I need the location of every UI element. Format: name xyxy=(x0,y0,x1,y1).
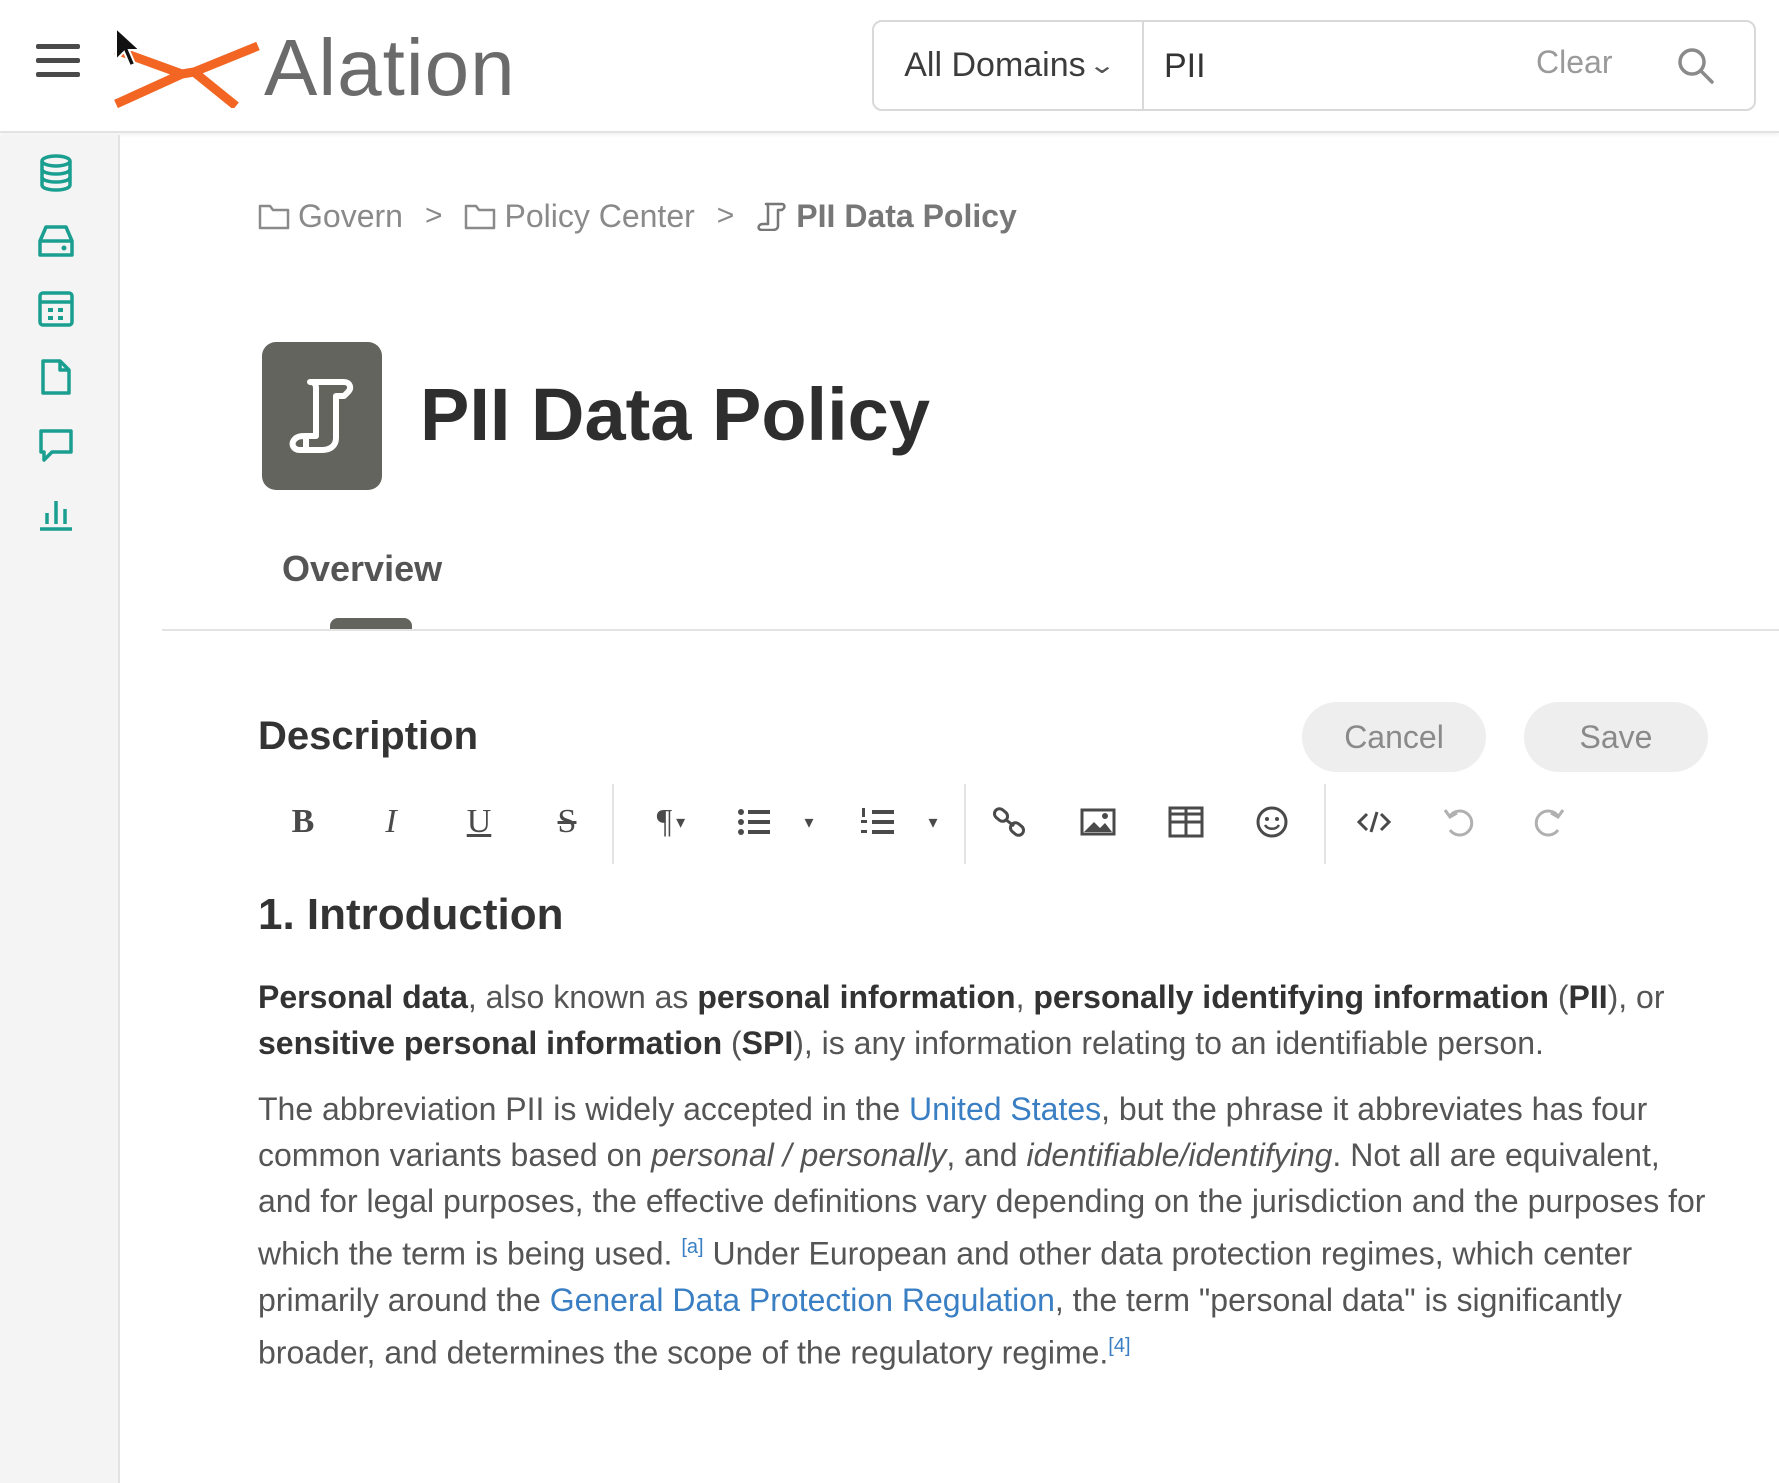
alation-logo[interactable]: Alation xyxy=(112,28,516,108)
breadcrumb-separator: > xyxy=(424,199,443,232)
paragraph-2: The abbreviation PII is widely accepted … xyxy=(258,1086,1718,1375)
bold-text: PII xyxy=(1568,979,1608,1015)
breadcrumb-item-govern[interactable]: Govern xyxy=(258,198,403,235)
bold-text: personally identifying information xyxy=(1033,979,1549,1015)
bar-chart-icon[interactable] xyxy=(36,493,76,533)
bold-button[interactable]: B xyxy=(278,794,328,850)
domain-select-label: All Domains xyxy=(904,46,1086,84)
caret-down-icon: ▾ xyxy=(928,811,938,832)
breadcrumb-label: Govern xyxy=(298,197,403,234)
folder-icon xyxy=(465,204,496,230)
text: ), is any information relating to an ide… xyxy=(793,1025,1544,1061)
link-united-states[interactable]: United States xyxy=(909,1091,1101,1127)
chevron-down-icon: ⌄ xyxy=(1087,52,1116,79)
text: , xyxy=(1015,979,1034,1015)
link-icon[interactable] xyxy=(990,794,1030,850)
document-icon[interactable] xyxy=(36,357,76,397)
breadcrumb: Govern > Policy Center > PII Data Policy xyxy=(258,196,1017,236)
hamburger-menu-icon[interactable] xyxy=(36,44,80,84)
breadcrumb-item-current: PII Data Policy xyxy=(756,198,1017,235)
policy-scroll-icon xyxy=(262,342,382,490)
emoji-icon[interactable] xyxy=(1252,794,1292,850)
breadcrumb-label: PII Data Policy xyxy=(796,197,1017,234)
paragraph-1: Personal data, also known as personal in… xyxy=(258,974,1718,1066)
footnote-link-4[interactable]: [4] xyxy=(1108,1335,1130,1357)
tab-overview[interactable]: Overview xyxy=(282,548,442,590)
bold-text: Personal data xyxy=(258,979,468,1015)
bold-text: personal information xyxy=(697,979,1016,1015)
italic-text: personal / personally xyxy=(651,1137,947,1173)
toolbar-divider xyxy=(612,784,614,864)
toolbar-divider xyxy=(964,784,966,864)
drive-icon[interactable] xyxy=(36,221,76,261)
policy-scroll-icon xyxy=(757,202,786,231)
database-icon[interactable] xyxy=(36,153,76,193)
caret-down-icon: ▾ xyxy=(804,811,814,832)
paragraph-format-dropdown[interactable]: ¶ ▾ xyxy=(636,794,706,850)
italic-button[interactable]: I xyxy=(366,794,416,850)
policy-scroll-glyph xyxy=(289,379,354,453)
page-title: PII Data Policy xyxy=(420,373,930,456)
search-box: All Domains ⌄ Clear xyxy=(872,20,1756,111)
bullet-list-options-dropdown[interactable]: ▾ xyxy=(792,794,822,850)
redo-icon[interactable] xyxy=(1528,794,1568,850)
link-gdpr[interactable]: General Data Protection Regulation xyxy=(550,1282,1055,1318)
logo-text: Alation xyxy=(264,23,516,112)
search-input[interactable] xyxy=(1164,36,1504,96)
domain-select[interactable]: All Domains ⌄ xyxy=(874,22,1144,109)
save-button[interactable]: Save xyxy=(1524,702,1708,772)
text: ( xyxy=(722,1025,742,1061)
italic-text: identifiable/identifying xyxy=(1026,1137,1333,1173)
toolbar-divider xyxy=(1324,784,1326,864)
breadcrumb-item-policy-center[interactable]: Policy Center xyxy=(464,197,695,235)
left-sidebar xyxy=(0,135,120,1483)
clear-search-button[interactable]: Clear xyxy=(1536,44,1612,81)
text: ), or xyxy=(1607,979,1665,1015)
folder-icon xyxy=(258,204,290,230)
text: , also known as xyxy=(467,979,698,1015)
image-icon[interactable] xyxy=(1078,794,1118,850)
text: ( xyxy=(1548,979,1569,1015)
search-icon[interactable] xyxy=(1674,44,1718,88)
top-bar: Alation All Domains ⌄ Clear xyxy=(0,0,1779,133)
editor-toolbar: B I U S ¶ ▾ ▾ ▾ xyxy=(262,784,1582,864)
bold-text: SPI xyxy=(741,1025,794,1061)
table-insert-icon[interactable] xyxy=(1166,794,1206,850)
text: , and xyxy=(946,1137,1027,1173)
code-view-icon[interactable] xyxy=(1354,794,1394,850)
description-heading: Description xyxy=(258,714,479,758)
footnote-link-a[interactable]: [a] xyxy=(681,1236,703,1258)
description-editor-content[interactable]: 1. Introduction Personal data, also know… xyxy=(258,890,1718,1395)
caret-down-icon: ▾ xyxy=(676,811,686,832)
breadcrumb-label: Policy Center xyxy=(504,197,695,234)
cancel-button[interactable]: Cancel xyxy=(1302,702,1486,772)
numbered-list-icon[interactable] xyxy=(858,794,898,850)
numbered-list-options-dropdown[interactable]: ▾ xyxy=(916,794,946,850)
bold-text: sensitive personal information xyxy=(258,1025,723,1061)
mouse-cursor-icon xyxy=(115,26,143,68)
underline-button[interactable]: U xyxy=(454,794,504,850)
chat-icon[interactable] xyxy=(36,425,76,465)
bullet-list-icon[interactable] xyxy=(734,794,774,850)
text: The abbreviation PII is widely accepted … xyxy=(258,1091,910,1127)
undo-icon[interactable] xyxy=(1440,794,1480,850)
paragraph-icon: ¶ xyxy=(656,803,673,840)
table-icon[interactable] xyxy=(36,289,76,329)
breadcrumb-separator: > xyxy=(716,199,735,232)
tab-divider xyxy=(162,629,1779,631)
section-heading: 1. Introduction xyxy=(258,890,564,939)
strikethrough-button[interactable]: S xyxy=(542,794,592,850)
